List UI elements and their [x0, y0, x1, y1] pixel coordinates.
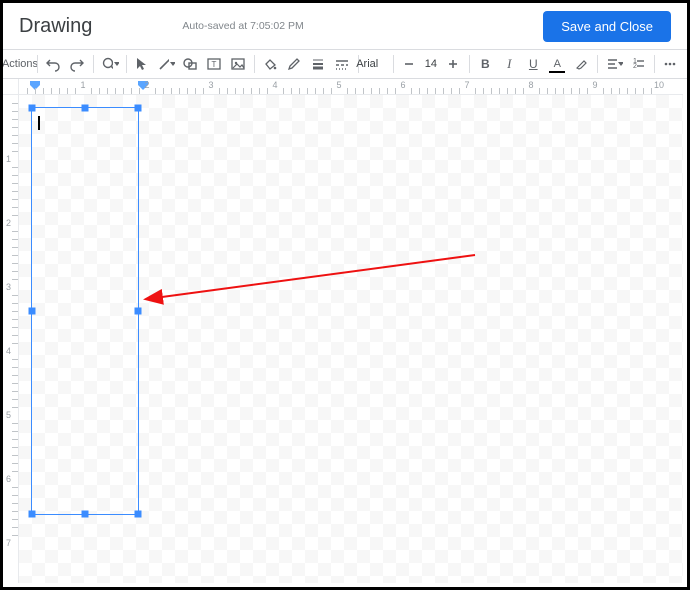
chevron-down-icon — [114, 62, 119, 66]
save-and-close-button[interactable]: Save and Close — [543, 11, 671, 42]
underline-button[interactable]: U — [522, 52, 544, 76]
textbox-icon: T — [206, 56, 222, 72]
redo-icon — [69, 56, 85, 72]
ruler-v-label: 6 — [6, 474, 11, 484]
font-size-increase-button[interactable] — [442, 52, 464, 76]
bold-button[interactable]: B — [474, 52, 496, 76]
line-tool-button[interactable] — [155, 52, 177, 76]
ruler-h-label: 5 — [336, 80, 341, 90]
ruler-v-label: 7 — [6, 538, 11, 548]
autosave-status: Auto-saved at 7:05:02 PM — [182, 20, 303, 32]
actions-menu[interactable]: Actions — [9, 52, 32, 76]
selection-handle[interactable] — [135, 511, 142, 518]
fill-bucket-icon — [262, 56, 278, 72]
ruler-h-label: 1 — [80, 80, 85, 90]
font-size-decrease-button[interactable] — [398, 52, 420, 76]
line-icon — [157, 56, 169, 72]
image-tool-button[interactable] — [227, 52, 249, 76]
font-size-value[interactable]: 14 — [422, 58, 440, 70]
selection-handle[interactable] — [29, 105, 36, 112]
more-options-button[interactable] — [659, 52, 681, 76]
italic-button[interactable]: I — [498, 52, 520, 76]
image-icon — [230, 56, 246, 72]
ruler-h-label: 10 — [654, 80, 664, 90]
minus-icon — [403, 58, 415, 70]
highlight-color-button[interactable] — [570, 52, 592, 76]
ruler-h-label: 4 — [272, 80, 277, 90]
text-cursor — [38, 116, 40, 130]
redo-button[interactable] — [66, 52, 88, 76]
ruler-h-label: 2 — [144, 80, 149, 90]
list-spacing-icon: 1 2 — [630, 56, 646, 72]
zoom-icon — [101, 56, 113, 72]
chevron-down-icon — [170, 62, 175, 66]
ruler-v-label: 4 — [6, 346, 11, 356]
header-bar: Drawing Auto-saved at 7:05:02 PM Save an… — [3, 3, 687, 49]
pencil-icon — [286, 56, 302, 72]
ruler-v-label: 1 — [6, 154, 11, 164]
undo-button[interactable] — [42, 52, 64, 76]
selection-handle[interactable] — [135, 105, 142, 112]
ruler-h-label: 6 — [400, 80, 405, 90]
ruler-h-label: 9 — [592, 80, 597, 90]
line-dash-icon — [334, 56, 350, 72]
font-family-button[interactable]: Arial — [364, 52, 388, 76]
actions-label: Actions — [0, 58, 42, 70]
textbox-tool-button[interactable]: T — [203, 52, 225, 76]
page-title: Drawing — [19, 15, 92, 38]
cursor-arrow-icon — [135, 57, 149, 71]
plus-icon — [447, 58, 459, 70]
font-name-label: Arial — [352, 58, 398, 70]
horizontal-ruler[interactable]: 1 2 3 4 5 6 7 8 9 10 — [19, 79, 683, 95]
highlighter-icon — [574, 57, 588, 71]
vertical-ruler[interactable]: 1 2 3 4 5 6 7 — [3, 95, 19, 583]
undo-icon — [45, 56, 61, 72]
selection-handle[interactable] — [82, 511, 89, 518]
selection-handle[interactable] — [82, 105, 89, 112]
align-button[interactable] — [603, 52, 625, 76]
shape-icon — [182, 56, 198, 72]
text-color-button[interactable]: A — [546, 52, 568, 76]
chevron-down-icon — [618, 62, 623, 66]
ruler-v-label: 3 — [6, 282, 11, 292]
selection-handle[interactable] — [29, 308, 36, 315]
shape-tool-button[interactable] — [179, 52, 201, 76]
selection-handle[interactable] — [29, 511, 36, 518]
ruler-v-label: 2 — [6, 218, 11, 228]
drawing-workspace: 1 2 3 4 5 6 7 8 9 10 1 2 3 4 5 6 7 — [3, 79, 687, 587]
drawing-canvas[interactable] — [19, 95, 683, 583]
text-color-swatch — [549, 71, 565, 74]
svg-text:T: T — [212, 60, 217, 69]
align-icon — [605, 56, 617, 72]
ruler-h-label: 7 — [464, 80, 469, 90]
ruler-h-label: 3 — [208, 80, 213, 90]
zoom-button[interactable] — [99, 52, 121, 76]
border-weight-button[interactable] — [307, 52, 329, 76]
border-color-button[interactable] — [283, 52, 305, 76]
ruler-corner — [3, 79, 19, 95]
svg-text:2: 2 — [633, 63, 637, 70]
text-color-a-icon: A — [554, 58, 561, 70]
select-tool-button[interactable] — [131, 52, 153, 76]
line-weight-icon — [310, 56, 326, 72]
ruler-v-label: 5 — [6, 410, 11, 420]
toolbar: Actions T — [3, 49, 687, 79]
selected-textbox[interactable] — [31, 107, 139, 515]
selection-handle[interactable] — [135, 308, 142, 315]
ruler-h-label: 8 — [528, 80, 533, 90]
more-horizontal-icon — [662, 56, 678, 72]
border-dash-button[interactable] — [331, 52, 353, 76]
fill-color-button[interactable] — [259, 52, 281, 76]
line-spacing-button[interactable]: 1 2 — [627, 52, 649, 76]
